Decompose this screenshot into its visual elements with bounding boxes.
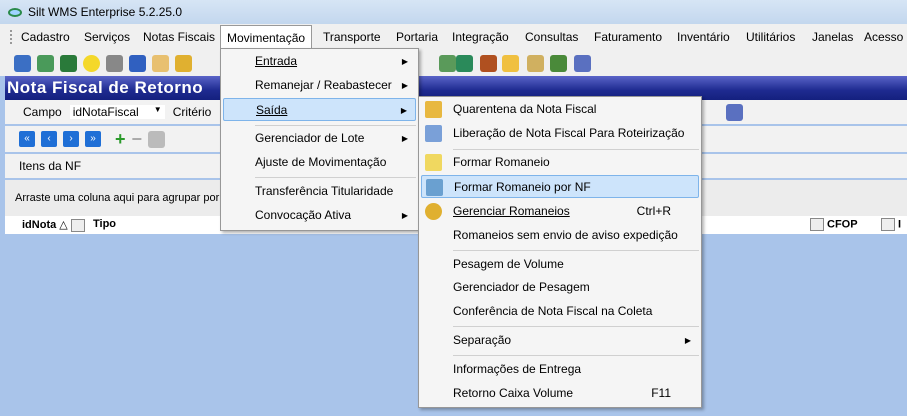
menu-faturamento[interactable]: Faturamento (594, 30, 662, 44)
checklist-icon (425, 125, 442, 142)
grid-search-icon (426, 179, 443, 196)
last-record-button[interactable]: » (85, 131, 101, 147)
users-icon[interactable] (550, 54, 567, 72)
column-idnota[interactable]: idNota △ (22, 218, 88, 232)
menu-separator (453, 149, 699, 150)
document-icon[interactable] (106, 54, 123, 72)
book-icon[interactable] (60, 54, 77, 72)
grip-handle[interactable] (10, 30, 13, 44)
menu-inventario[interactable]: Inventário (677, 30, 730, 44)
menu-utilitarios[interactable]: Utilitários (746, 30, 795, 44)
main-toolbar (0, 50, 907, 76)
menu-item-quarentena[interactable]: Quarentena da Nota Fiscal (421, 98, 699, 121)
menu-separator (453, 326, 699, 327)
menu-bar: Cadastro Serviços Notas Fiscais Moviment… (0, 24, 907, 50)
add-list-icon[interactable] (456, 54, 473, 72)
saida-submenu: Quarentena da Nota Fiscal Liberação de N… (418, 96, 702, 408)
menu-transporte[interactable]: Transporte (323, 30, 381, 44)
submenu-arrow-icon: ▶ (400, 106, 407, 115)
menu-item-transferencia[interactable]: Transferência Titularidade (223, 180, 416, 203)
menu-item-remanejar[interactable]: Remanejar / Reabastecer ▶ (223, 74, 416, 97)
smiley-icon[interactable] (83, 54, 100, 72)
column-cfop[interactable]: CFOP (810, 218, 858, 231)
next-record-button[interactable]: › (63, 131, 79, 147)
menu-item-saida[interactable]: Saída ▶ (223, 98, 416, 121)
filter-dropdown-icon[interactable] (810, 218, 824, 231)
filter-dropdown-icon[interactable] (881, 218, 895, 231)
column-tipo[interactable]: Tipo (93, 218, 116, 230)
menu-portaria[interactable]: Portaria (396, 30, 438, 44)
menu-item-separacao[interactable]: Separação ▶ (421, 329, 699, 352)
menu-item-liberacao[interactable]: Liberação de Nota Fiscal Para Roteirizaç… (421, 122, 699, 145)
menu-movimentacao[interactable]: Movimentação (220, 25, 313, 50)
add-icon[interactable]: + (115, 129, 126, 150)
submenu-arrow-icon: ▶ (401, 134, 408, 143)
menu-item-formar-romaneio-nf[interactable]: Formar Romaneio por NF (421, 175, 699, 198)
edit-icon[interactable] (148, 130, 166, 148)
menu-integracao[interactable]: Integração (452, 30, 509, 44)
menu-separator (453, 355, 699, 356)
shortcut-label: F11 (651, 386, 671, 400)
key-icon[interactable] (527, 54, 544, 72)
exit-icon[interactable] (726, 103, 743, 121)
menu-janelas[interactable]: Janelas (812, 30, 853, 44)
menu-item-pesagem-volume[interactable]: Pesagem de Volume (421, 253, 699, 276)
report-icon[interactable] (175, 54, 192, 72)
shortcut-label: Ctrl+R (636, 204, 671, 218)
menu-notas-fiscais[interactable]: Notas Fiscais (143, 30, 215, 44)
menu-servicos[interactable]: Serviços (84, 30, 130, 44)
menu-item-conferencia[interactable]: Conferência de Nota Fiscal na Coleta (421, 300, 699, 323)
list-icon[interactable] (14, 54, 31, 72)
previous-record-button[interactable]: ‹ (41, 131, 57, 147)
criterio-label: Critério (172, 105, 212, 119)
filter-dropdown-icon[interactable] (70, 218, 85, 232)
menu-item-romaneios-sem-aviso[interactable]: Romaneios sem envio de aviso expedição (421, 224, 699, 247)
tree-icon[interactable] (129, 54, 146, 72)
menu-item-gerenciar-romaneios[interactable]: Gerenciar Romaneios Ctrl+R (421, 200, 699, 223)
menu-item-convocacao[interactable]: Convocação Ativa ▶ (223, 204, 416, 227)
menu-item-formar-romaneio[interactable]: Formar Romaneio (421, 151, 699, 174)
submenu-arrow-icon: ▶ (684, 336, 691, 345)
add-user-icon[interactable] (480, 54, 497, 72)
remove-icon[interactable]: − (132, 129, 143, 150)
menu-acesso[interactable]: Acesso (864, 30, 903, 44)
folder-icon[interactable] (152, 54, 169, 72)
menu-item-gerenciador-pesagem[interactable]: Gerenciador de Pesagem (421, 276, 699, 299)
exit-icon[interactable] (574, 54, 591, 72)
window-title: Silt WMS Enterprise 5.2.25.0 (28, 5, 183, 19)
submenu-arrow-icon: ▶ (401, 81, 408, 90)
stamp-icon (425, 203, 442, 220)
menu-separator (255, 125, 416, 126)
menu-consultas[interactable]: Consultas (525, 30, 578, 44)
menu-separator (255, 177, 416, 178)
folder-quarantine-icon (425, 101, 442, 118)
campo-value: idNotaFiscal (72, 105, 139, 119)
menu-item-gerenciador-lote[interactable]: Gerenciador de Lote ▶ (223, 127, 416, 150)
title-bar: Silt WMS Enterprise 5.2.25.0 (0, 0, 907, 24)
menu-item-retorno-caixa[interactable]: Retorno Caixa Volume F11 (421, 382, 699, 405)
settings-doc-icon[interactable] (439, 54, 456, 72)
image-icon[interactable] (37, 54, 54, 72)
first-record-button[interactable]: « (19, 131, 35, 147)
app-logo-icon (8, 7, 22, 17)
campo-label: Campo (23, 105, 62, 119)
movimentacao-menu: Entrada ▶ Remanejar / Reabastecer ▶ Saída ▶… (220, 48, 419, 231)
note-icon (425, 154, 442, 171)
submenu-arrow-icon: ▶ (401, 57, 408, 66)
campo-select[interactable]: idNotaFiscal ▼ (69, 105, 165, 119)
menu-separator (453, 250, 699, 251)
menu-item-ajuste[interactable]: Ajuste de Movimentação (223, 151, 416, 174)
chevron-down-icon: ▼ (153, 105, 162, 114)
menu-item-entrada[interactable]: Entrada ▶ (223, 50, 416, 73)
column-i[interactable]: I (881, 218, 901, 231)
menu-item-informacoes-entrega[interactable]: Informações de Entrega (421, 358, 699, 381)
submenu-arrow-icon: ▶ (401, 211, 408, 220)
menu-cadastro[interactable]: Cadastro (21, 30, 70, 44)
lock-icon[interactable] (502, 54, 519, 72)
